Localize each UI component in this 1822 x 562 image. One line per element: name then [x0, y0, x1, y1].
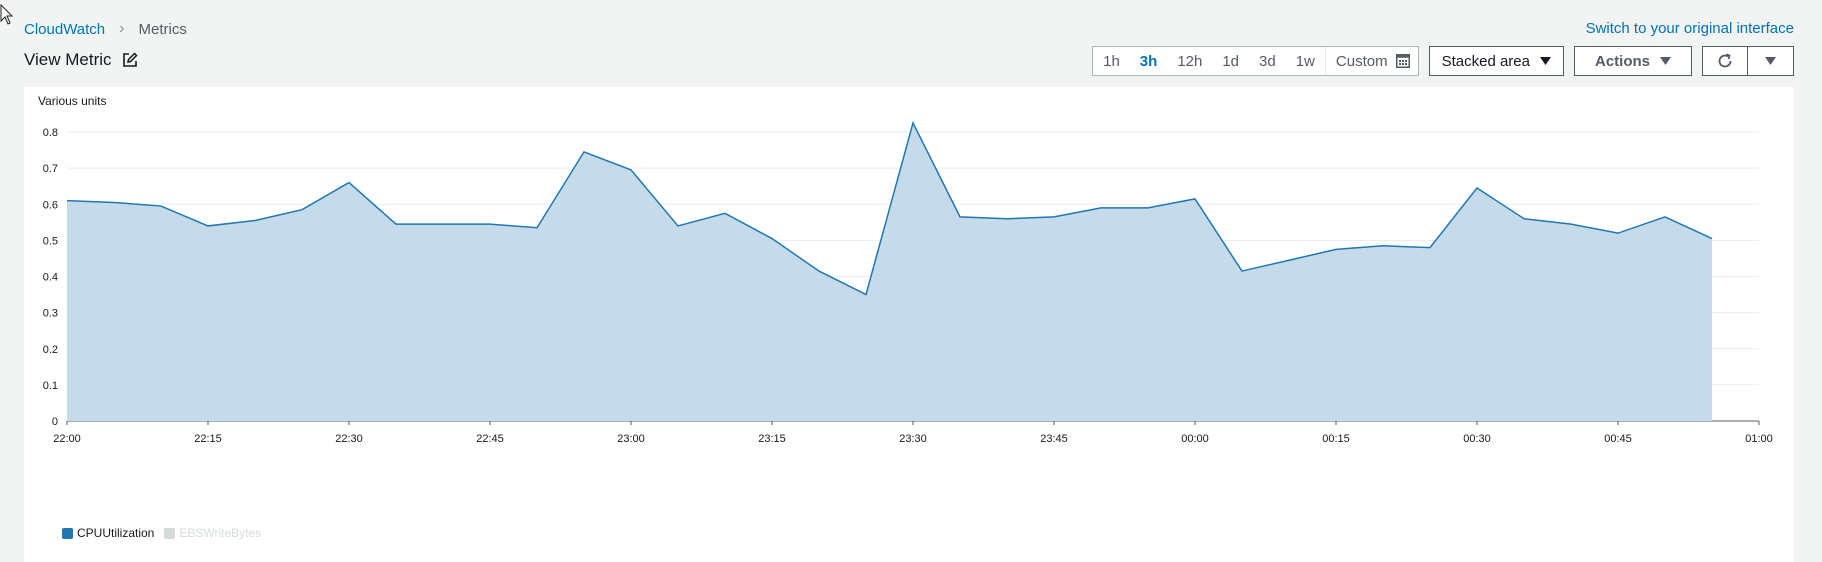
calendar-icon [1395, 54, 1410, 68]
mouse-cursor-icon [0, 4, 14, 25]
chart-panel: Various units 0 0.1 0.2 0.3 0.4 0.5 0.6 0.7 0.8 22… [24, 87, 1794, 562]
data-point [911, 121, 915, 125]
legend-swatch [62, 527, 73, 539]
data-point [253, 219, 257, 223]
data-point [1334, 247, 1338, 251]
data-point [535, 226, 539, 230]
data-point [1193, 197, 1197, 201]
data-point [300, 208, 304, 212]
data-point [1287, 258, 1291, 262]
data-point [1710, 237, 1714, 241]
data-point [1052, 215, 1056, 219]
data-point [65, 199, 69, 203]
range-button-1w[interactable]: 1w [1286, 47, 1325, 75]
x-tick-label: 23:00 [617, 433, 645, 445]
x-tick-label: 00:30 [1463, 433, 1491, 445]
y-tick-label: 0.6 [43, 199, 58, 211]
range-button-12h[interactable]: 12h [1167, 47, 1212, 75]
time-range-group: 1h 3h 12h 1d 3d 1w Custom [1092, 46, 1419, 76]
data-point [441, 222, 445, 226]
y-axis-label: Various units [38, 94, 106, 108]
data-point [1240, 269, 1244, 273]
data-point [1569, 222, 1573, 226]
data-point [817, 269, 821, 273]
actions-button[interactable]: Actions [1573, 46, 1692, 76]
refresh-icon [1718, 53, 1732, 68]
data-point [1099, 206, 1103, 210]
data-point [394, 222, 398, 226]
refresh-options-dropdown[interactable] [1748, 46, 1794, 76]
y-tick-label: 0.2 [43, 344, 58, 356]
refresh-split-button [1702, 46, 1794, 76]
range-button-3d[interactable]: 3d [1249, 47, 1286, 75]
y-tick-label: 0.4 [43, 272, 58, 284]
y-tick-label: 0.5 [43, 235, 58, 247]
data-point [1475, 186, 1479, 190]
data-point [1381, 244, 1385, 248]
data-point [347, 181, 351, 185]
y-tick-label: 0.7 [43, 163, 58, 175]
data-point [582, 150, 586, 154]
data-point [770, 237, 774, 241]
data-point [676, 224, 680, 228]
x-tick-label: 23:30 [899, 433, 927, 445]
x-tick-label: 22:45 [476, 433, 504, 445]
x-tick-label: 01:00 [1745, 433, 1773, 445]
breadcrumb-cloudwatch-link[interactable]: CloudWatch [24, 21, 105, 38]
data-point [1146, 206, 1150, 210]
data-point [1663, 215, 1667, 219]
caret-down-icon [1660, 57, 1671, 65]
legend-item-ebswritebytes[interactable]: EBSWriteBytes [164, 526, 261, 540]
breadcrumb: CloudWatch › Metrics [24, 20, 187, 38]
x-tick-label: 23:45 [1040, 433, 1068, 445]
data-point [723, 211, 727, 215]
data-point [1428, 246, 1432, 250]
legend-label: CPUUtilization [77, 526, 155, 540]
y-tick-label: 0.1 [43, 380, 58, 392]
range-button-3h[interactable]: 3h [1130, 47, 1168, 75]
x-tick-label: 00:45 [1604, 433, 1632, 445]
data-point [1005, 217, 1009, 221]
x-tick-label: 00:00 [1181, 433, 1209, 445]
data-point [1522, 217, 1526, 221]
data-point [1616, 231, 1620, 235]
page-title: View Metric [24, 50, 112, 69]
x-tick-label: 23:15 [758, 433, 786, 445]
range-button-1h[interactable]: 1h [1093, 47, 1130, 75]
x-tick-label: 22:15 [194, 433, 222, 445]
title-row: View Metric [24, 50, 138, 70]
custom-range-button[interactable]: Custom [1324, 47, 1418, 75]
switch-interface-link[interactable]: Switch to your original interface [1586, 20, 1794, 37]
data-point [488, 222, 492, 226]
caret-down-icon [1765, 57, 1776, 65]
y-tick-label: 0.3 [43, 308, 58, 320]
actions-label: Actions [1594, 52, 1650, 70]
toolbar: 1h 3h 12h 1d 3d 1w Custom Stacked area Action… [1092, 46, 1794, 76]
chevron-right-icon: › [119, 20, 125, 37]
x-tick-label: 00:15 [1322, 433, 1350, 445]
graph-type-label: Stacked area [1441, 52, 1530, 70]
data-point [112, 200, 116, 204]
legend-label: EBSWriteBytes [179, 526, 262, 540]
y-tick-label: 0.8 [43, 127, 58, 139]
refresh-button[interactable] [1702, 46, 1748, 76]
x-tick-label: 22:00 [53, 433, 81, 445]
data-point [864, 293, 868, 297]
chart-legend: CPUUtilization EBSWriteBytes [62, 526, 261, 540]
breadcrumb-current: Metrics [138, 20, 187, 38]
y-tick-label: 0 [52, 416, 58, 428]
data-point [958, 215, 962, 219]
metric-area-chart: Various units 0 0.1 0.2 0.3 0.4 0.5 0.6 0.7 0.8 22… [38, 94, 1773, 445]
data-point [206, 224, 210, 228]
custom-range-label: Custom [1335, 52, 1388, 70]
graph-type-select[interactable]: Stacked area [1428, 46, 1564, 76]
x-tick-label: 22:30 [335, 433, 363, 445]
range-button-1d[interactable]: 1d [1212, 47, 1249, 75]
data-point [159, 204, 163, 208]
legend-item-cpuutilization[interactable]: CPUUtilization [62, 526, 154, 540]
edit-icon[interactable] [122, 52, 138, 68]
legend-swatch [164, 527, 176, 539]
data-point [629, 168, 633, 172]
caret-down-icon [1539, 57, 1551, 65]
